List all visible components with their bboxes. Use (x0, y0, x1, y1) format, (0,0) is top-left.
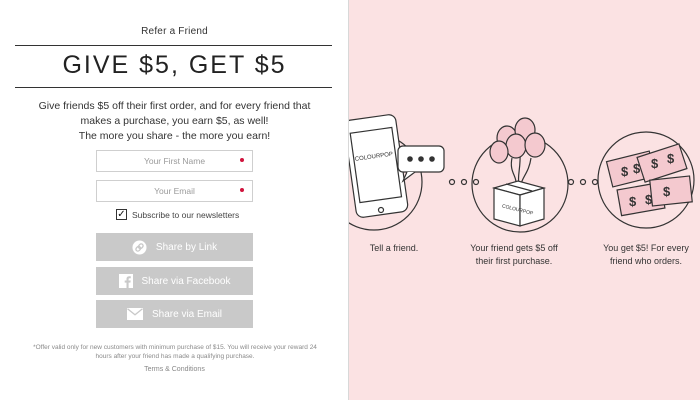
dollar-sign: $ (663, 184, 671, 199)
facebook-icon (118, 274, 133, 288)
caption-line: their first purchase. (475, 256, 553, 266)
newsletter-checkbox[interactable]: ✓ (116, 209, 127, 220)
terms-conditions-link[interactable]: Terms & Conditions (0, 366, 349, 373)
how-it-works-panel: COLOURPOP COLOURPOP $ $ $ $ $ $ $ Tell a… (349, 0, 700, 400)
newsletter-option[interactable]: ✓ Subscribe to our newsletters (116, 209, 239, 220)
dollar-sign: $ (629, 194, 637, 209)
referral-description: Give friends $5 off their first order, a… (22, 99, 327, 144)
step-three-caption: You get $5! For every friend who orders. (592, 242, 700, 268)
share-by-link-button[interactable]: Share by Link (96, 233, 253, 261)
divider-top (15, 45, 332, 46)
chat-dots (407, 156, 435, 162)
dollar-sign: $ (633, 161, 641, 176)
fine-print-line: *Offer valid only for new customers with… (33, 344, 317, 351)
share-via-email-label: Share via Email (151, 308, 223, 320)
caption-line: You get $5! For every (603, 243, 689, 253)
referral-form-panel: Refer a Friend GIVE $5, GET $5 Give frie… (0, 0, 349, 400)
dollar-sign: $ (621, 164, 629, 179)
gift-box-icon (491, 180, 547, 227)
caption-line: Tell a friend. (369, 243, 419, 253)
dollar-sign: $ (651, 156, 659, 171)
step-one-caption: Tell a friend. (359, 242, 429, 255)
description-line: Give friends $5 off their first order, a… (38, 100, 311, 112)
description-line: makes a purchase, you earn $5, as well! (80, 115, 269, 127)
email-input[interactable]: Your Email (96, 180, 253, 202)
checkmark-icon: ✓ (117, 208, 126, 220)
description-line: The more you share - the more you earn! (78, 130, 271, 142)
dollar-sign: $ (667, 151, 675, 166)
headline: GIVE $5, GET $5 (62, 51, 287, 79)
caption-line: friend who orders. (609, 256, 683, 266)
link-icon (132, 240, 147, 255)
fine-print-line: hours after your friend has made a quali… (95, 353, 255, 360)
share-via-facebook-label: Share via Facebook (141, 275, 231, 287)
email-placeholder: Your Email (154, 186, 195, 196)
required-indicator (240, 188, 244, 192)
eyebrow-title: Refer a Friend (141, 26, 208, 37)
balloons-icon (489, 117, 546, 164)
mail-icon (126, 308, 143, 320)
share-by-link-label: Share by Link (155, 241, 218, 253)
newsletter-label: Subscribe to our newsletters (132, 209, 240, 220)
share-via-facebook-button[interactable]: Share via Facebook (96, 267, 253, 295)
first-name-input[interactable]: Your First Name (96, 150, 253, 172)
required-indicator (240, 158, 244, 162)
dollar-sign: $ (645, 192, 653, 207)
caption-line: Your friend gets $5 off (470, 243, 558, 253)
share-via-email-button[interactable]: Share via Email (96, 300, 253, 328)
first-name-placeholder: Your First Name (143, 156, 206, 166)
divider-bottom (15, 87, 332, 88)
offer-fine-print: *Offer valid only for new customers with… (20, 343, 330, 361)
step-two-caption: Your friend gets $5 off their first purc… (454, 242, 574, 268)
referral-steps-illustration: COLOURPOP COLOURPOP $ $ $ $ $ $ $ (349, 114, 695, 233)
